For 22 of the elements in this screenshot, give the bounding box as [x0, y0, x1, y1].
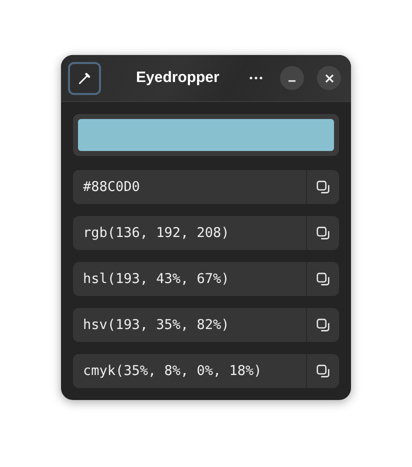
- color-value: cmyk(35%, 8%, 0%, 18%): [82, 362, 263, 381]
- color-value-field[interactable]: hsv(193, 35%, 82%): [73, 308, 339, 342]
- color-value: rgb(136, 192, 208): [82, 224, 230, 243]
- copy-icon: [316, 272, 330, 286]
- close-button[interactable]: [317, 66, 341, 90]
- copy-icon: [316, 364, 330, 378]
- color-value: hsl(193, 43%, 67%): [82, 270, 230, 289]
- copy-icon: [316, 180, 330, 194]
- color-value-field[interactable]: rgb(136, 192, 208): [73, 216, 339, 250]
- color-value: #88C0D0: [82, 178, 141, 197]
- color-value: hsv(193, 35%, 82%): [82, 316, 230, 335]
- close-icon: [324, 74, 334, 82]
- window-title: Eyedropper: [136, 68, 220, 88]
- copy-icon: [316, 226, 330, 240]
- color-value-field[interactable]: cmyk(35%, 8%, 0%, 18%): [73, 354, 339, 388]
- eyedropper-icon: [78, 71, 92, 85]
- copy-icon: [316, 318, 330, 332]
- minimize-button[interactable]: [280, 66, 304, 90]
- more-icon: [249, 76, 263, 80]
- color-value-field[interactable]: #88C0D0: [73, 170, 339, 204]
- color-value-field[interactable]: hsl(193, 43%, 67%): [73, 262, 339, 296]
- pick-color-button[interactable]: [68, 62, 101, 94]
